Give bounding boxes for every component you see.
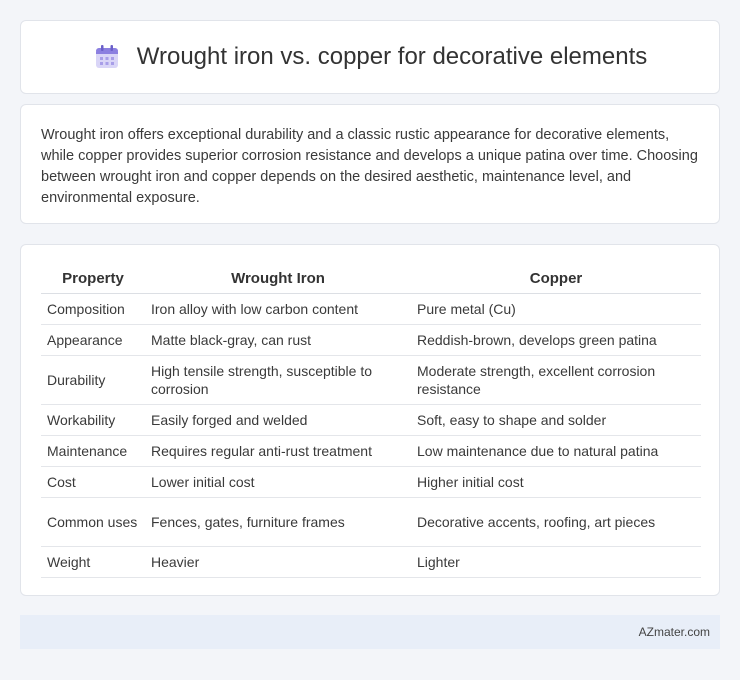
- table-row: Common uses Fences, gates, furniture fra…: [41, 497, 701, 547]
- property-cell: Maintenance: [41, 435, 145, 467]
- property-cell: Durability: [41, 355, 145, 405]
- copper-cell: Lighter: [411, 546, 701, 578]
- property-cell: Workability: [41, 404, 145, 436]
- wrought-iron-cell: Heavier: [145, 546, 411, 578]
- wrought-iron-cell: Lower initial cost: [145, 466, 411, 498]
- table-header-row: Property Wrought Iron Copper: [41, 265, 701, 294]
- property-cell: Common uses: [41, 497, 145, 547]
- table-row: Cost Lower initial cost Higher initial c…: [41, 466, 701, 498]
- header-copper: Copper: [411, 265, 701, 294]
- table-row: Weight Heavier Lighter: [41, 546, 701, 578]
- copper-cell: Pure metal (Cu): [411, 293, 701, 325]
- wrought-iron-cell: Requires regular anti-rust treatment: [145, 435, 411, 467]
- property-cell: Appearance: [41, 324, 145, 356]
- wrought-iron-cell: Easily forged and welded: [145, 404, 411, 436]
- wrought-iron-cell: Iron alloy with low carbon content: [145, 293, 411, 325]
- table-row: Workability Easily forged and welded Sof…: [41, 404, 701, 436]
- copper-cell: Low maintenance due to natural patina: [411, 435, 701, 467]
- copper-cell: Reddish-brown, develops green patina: [411, 324, 701, 356]
- footer-brand: AZmater.com: [638, 625, 710, 639]
- intro-paragraph: Wrought iron offers exceptional durabili…: [41, 127, 698, 206]
- header-wrought-iron: Wrought Iron: [145, 265, 411, 294]
- title-wrap: Wrought iron vs. copper for decorative e…: [93, 43, 647, 71]
- property-cell: Weight: [41, 546, 145, 578]
- intro-card: Wrought iron offers exceptional durabili…: [20, 104, 720, 224]
- copper-cell: Decorative accents, roofing, art pieces: [411, 497, 701, 547]
- wrought-iron-cell: Fences, gates, furniture frames: [145, 497, 411, 547]
- footer-bar: AZmater.com: [20, 615, 720, 649]
- copper-cell: Higher initial cost: [411, 466, 701, 498]
- comparison-card: Property Wrought Iron Copper Composition…: [20, 244, 720, 596]
- property-cell: Cost: [41, 466, 145, 498]
- table-row: Durability High tensile strength, suscep…: [41, 355, 701, 405]
- table-row: Composition Iron alloy with low carbon c…: [41, 293, 701, 325]
- wrought-iron-cell: High tensile strength, susceptible to co…: [145, 355, 411, 405]
- table-row: Maintenance Requires regular anti-rust t…: [41, 435, 701, 467]
- header-property: Property: [41, 265, 145, 294]
- calendar-icon: [93, 43, 121, 71]
- header-card: Wrought iron vs. copper for decorative e…: [20, 20, 720, 94]
- property-cell: Composition: [41, 293, 145, 325]
- wrought-iron-cell: Matte black-gray, can rust: [145, 324, 411, 356]
- copper-cell: Soft, easy to shape and solder: [411, 404, 701, 436]
- table-row: Appearance Matte black-gray, can rust Re…: [41, 324, 701, 356]
- comparison-table: Property Wrought Iron Copper Composition…: [41, 265, 701, 578]
- copper-cell: Moderate strength, excellent corrosion r…: [411, 355, 701, 405]
- page-title: Wrought iron vs. copper for decorative e…: [136, 43, 648, 70]
